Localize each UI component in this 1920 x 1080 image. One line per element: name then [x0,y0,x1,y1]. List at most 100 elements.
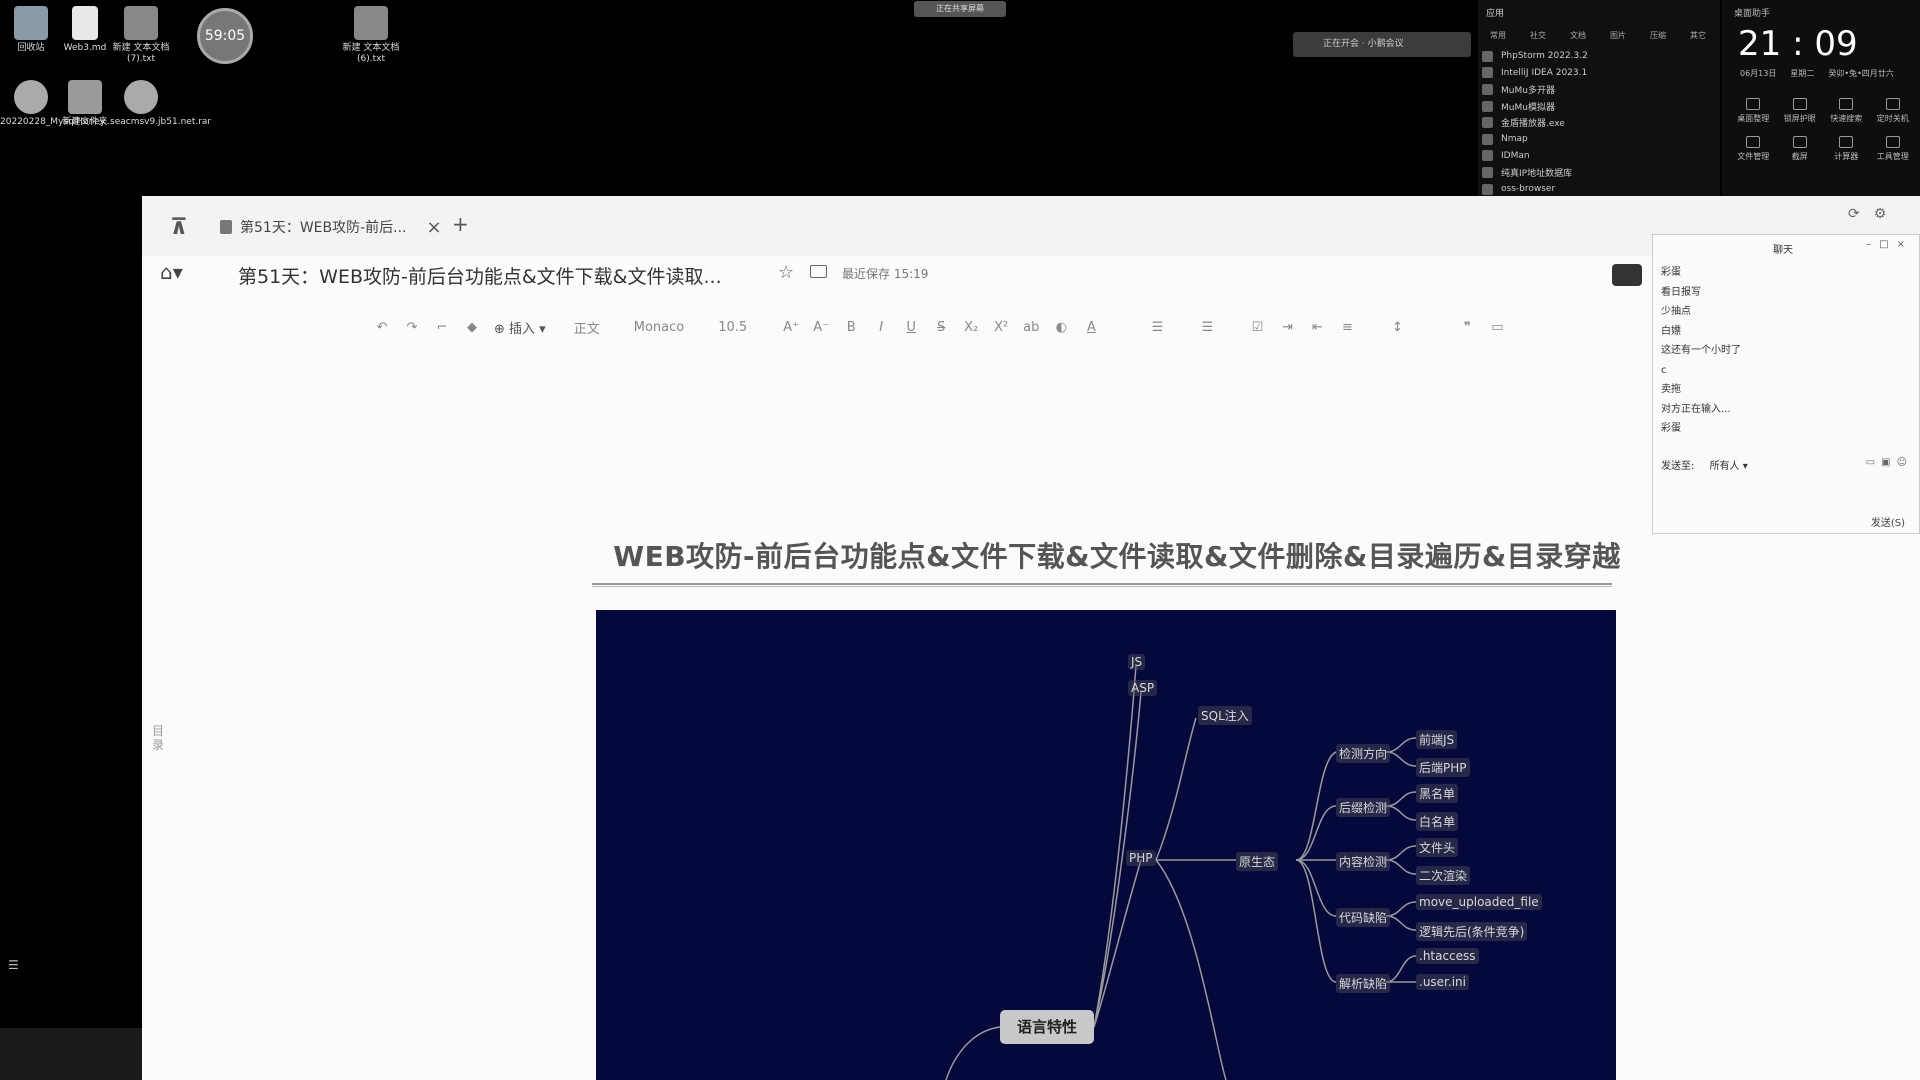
app-tab[interactable]: 压缩 [1650,30,1666,41]
app-item[interactable]: Nmap [1482,131,1588,148]
app-logo-icon[interactable]: ⊼ [170,215,188,240]
mindmap-image[interactable]: JS ASP SQL注入 PHP 原生态 检测方向 前端JS 后端PHP 后缀检… [596,610,1616,1080]
numbered-list-icon[interactable]: ☰ [1199,320,1215,335]
app-icon [1482,50,1493,62]
desktop-icon-txt6[interactable]: 新建 文本文档 (6).txt [340,6,402,65]
user-icon[interactable]: ☺ [1897,457,1913,468]
close-icon[interactable]: × [1897,239,1913,250]
new-tab-button[interactable]: + [452,212,469,236]
subscript-icon[interactable]: X₂ [963,320,979,335]
desktop-icon-label: Web3.md [63,43,107,53]
maximize-icon[interactable]: □ [1879,239,1896,250]
bullet-list-icon[interactable]: ☰ [1149,320,1165,335]
checklist-icon[interactable]: ☑ [1249,320,1265,335]
mindmap-node: 后端PHP [1416,758,1470,777]
app-item[interactable]: 纯真IP地址数据库 [1482,164,1588,181]
quick-actions: 桌面整理 锁屏护眼 快速搜索 定时关机 文件管理 截屏 计算器 工具管理 [1730,98,1916,162]
italic-icon[interactable]: I [873,320,889,335]
mindmap-node: ASP [1128,680,1158,696]
indent-icon[interactable]: ⇥ [1279,320,1295,335]
tab-document[interactable]: 第51天：WEB攻防-前后... × [220,216,442,238]
redo-icon[interactable]: ↷ [404,320,420,335]
desktop-icon-recycle-bin[interactable]: 回收站 [0,6,62,54]
app-tab[interactable]: 文档 [1570,30,1586,41]
bold-icon[interactable]: B [843,320,859,335]
sync-icon[interactable]: ⟳ [1848,206,1874,222]
insert-button[interactable]: ⊕ 插入 ▾ [494,318,546,337]
catalog-toggle[interactable]: 目录 [152,724,166,752]
app-item[interactable]: IDMan [1482,148,1588,165]
font-color-icon[interactable]: A [1083,320,1099,335]
chat-message: 彩蛋 [1661,423,1681,434]
file-icon[interactable]: ▭ [1866,457,1881,468]
quick-action[interactable]: 文件管理 [1730,136,1777,162]
quick-action[interactable]: 工具管理 [1870,136,1917,162]
app-item[interactable]: oss-browser [1482,181,1588,198]
mindmap-node: SQL注入 [1198,706,1252,725]
star-icon[interactable]: ☆ [778,262,794,283]
quote-icon[interactable]: ❞ [1459,320,1475,335]
minimize-icon[interactable]: – [1866,239,1879,250]
image-icon[interactable]: ▣ [1881,457,1896,468]
desktop-icon-rar[interactable]: seacmsv9.jb51.net.rar [110,80,211,128]
app-tab[interactable]: 常用 [1490,30,1506,41]
underline-icon[interactable]: U [903,320,919,335]
app-item[interactable]: MuMu模拟器 [1482,98,1588,115]
quick-action[interactable]: 快速搜索 [1823,98,1870,124]
desktop-icon-zip[interactable]: 20220228_MysqlHoney... [0,80,112,128]
document-heading[interactable]: WEB攻防-前后台功能点&文件下载&文件读取&文件删除&目录遍历&目录穿越 [608,535,1626,575]
font-decrease-icon[interactable]: A⁻ [813,320,829,335]
send-to-select[interactable]: 所有人 [1710,461,1740,472]
document-icon [220,220,232,234]
app-tab[interactable]: 社交 [1530,30,1546,41]
desktop-icon-label: 新建文件夹 [62,117,108,127]
app-tab[interactable]: 其它 [1690,30,1706,41]
strikethrough-icon[interactable]: S [933,320,949,335]
desktop-icon-folder[interactable]: 新建文件夹 [54,80,116,128]
style-select[interactable]: 正文 [574,318,600,337]
app-item[interactable]: PhpStorm 2022.3.2 [1482,48,1588,65]
screen-share-bar[interactable]: 正在共享屏幕 [914,1,1006,17]
superscript-icon[interactable]: X² [993,320,1009,335]
text-color-icon[interactable]: ◐ [1053,320,1069,335]
countdown-timer[interactable]: 59:05 [197,8,253,64]
line-spacing-icon[interactable]: ↕ [1389,320,1405,335]
settings-icon[interactable]: ⚙ [1874,206,1901,222]
app-label: PhpStorm 2022.3.2 [1501,51,1588,62]
format-painter-icon[interactable]: ⌐ [434,320,450,335]
font-select[interactable]: Monaco [634,320,684,335]
undo-icon[interactable]: ↶ [374,320,390,335]
outdent-icon[interactable]: ⇤ [1309,320,1325,335]
comment-icon[interactable]: ▭ [1489,320,1505,335]
highlight-icon[interactable]: ab [1023,320,1039,335]
align-icon[interactable]: ≡ [1339,320,1355,335]
send-button[interactable]: 发送(S) [1871,514,1905,529]
desktop-clock-widget: 桌面助手 21 : 09 06月13日 星期二 癸卯•兔•四月廿六 桌面整理 锁… [1722,0,1920,196]
desktop-icon-web3[interactable]: Web3.md [54,6,116,54]
app-tab[interactable]: 图片 [1610,30,1626,41]
app-item[interactable]: IntelliJ IDEA 2023.1 [1482,65,1588,82]
close-icon[interactable]: × [427,217,442,238]
quick-action[interactable]: 定时关机 [1870,98,1917,124]
document-title[interactable]: 第51天：WEB攻防-前后台功能点&文件下载&文件读取... [238,262,722,289]
app-item[interactable]: 金盾播放器.exe [1482,114,1588,131]
desktop-icon-txt7[interactable]: 新建 文本文档 (7).txt [110,6,172,65]
quick-action[interactable]: 桌面整理 [1730,98,1777,124]
quick-action[interactable]: 计算器 [1823,136,1870,162]
quick-action[interactable]: 锁屏护眼 [1777,98,1824,124]
folder-icon[interactable] [810,265,827,278]
app-icon [1482,83,1493,95]
meeting-status-pill[interactable]: 正在开会 · 小鹅会议 [1293,32,1471,57]
quick-action[interactable]: 截屏 [1777,136,1824,162]
app-list: PhpStorm 2022.3.2 IntelliJ IDEA 2023.1 M… [1482,48,1588,197]
app-item[interactable]: MuMu多开器 [1482,81,1588,98]
mindmap-node: 前端JS [1416,730,1458,749]
size-select[interactable]: 10.5 [718,320,747,335]
list-icon[interactable]: ☰ [8,958,19,972]
eraser-icon[interactable]: ◆ [464,320,480,335]
font-increase-icon[interactable]: A⁺ [783,320,799,335]
floating-button[interactable] [1612,264,1642,286]
home-icon[interactable]: ⌂▾ [160,260,183,284]
mindmap-node: 逻辑先后(条件竞争) [1416,922,1528,941]
mindmap-node: .user.ini [1416,974,1469,990]
